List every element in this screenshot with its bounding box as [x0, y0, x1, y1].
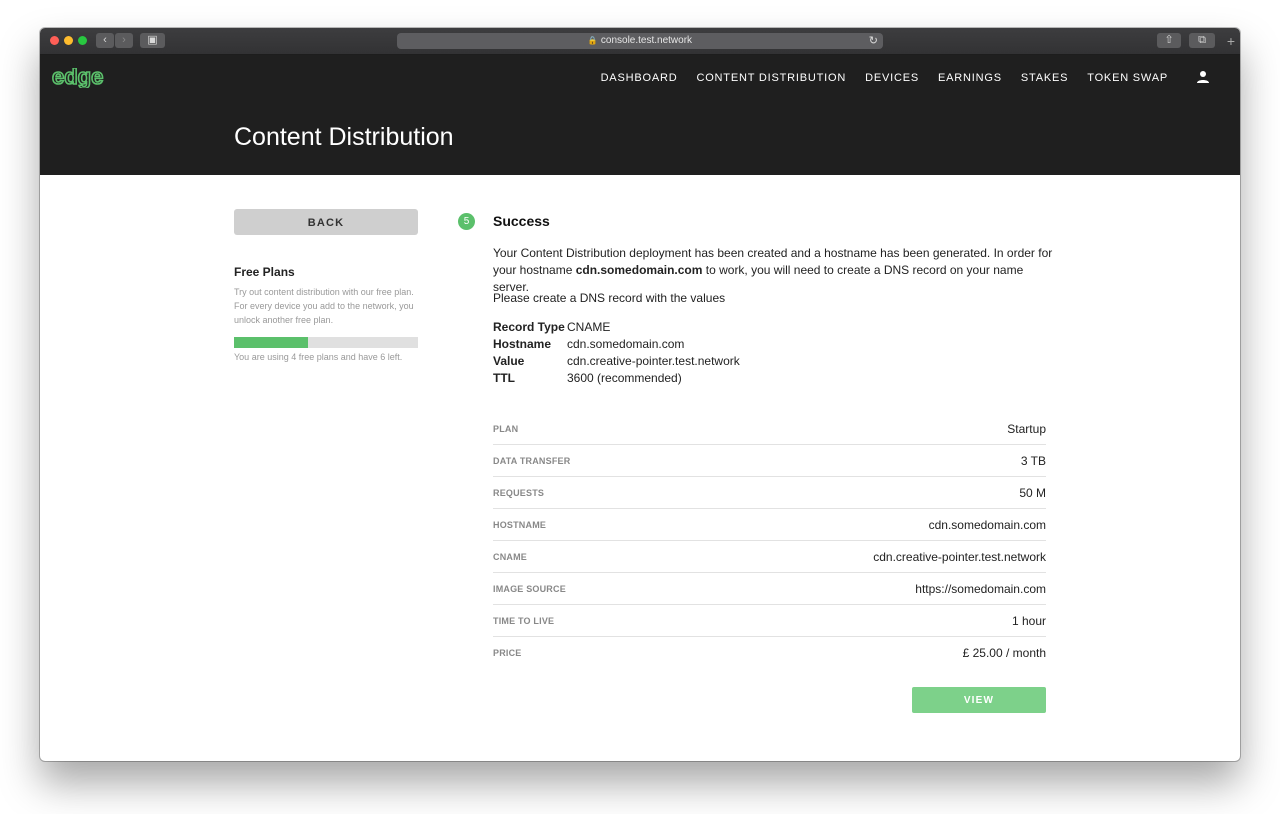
- share-icon[interactable]: ⇧: [1157, 33, 1181, 48]
- summary-row-image-source: IMAGE SOURCE https://somedomain.com: [493, 573, 1046, 605]
- summary-value: cdn.creative-pointer.test.network: [873, 549, 1046, 564]
- tabs-overview-icon[interactable]: ⧉: [1189, 33, 1215, 48]
- summary-row-price: PRICE £ 25.00 / month: [493, 637, 1046, 668]
- dns-instruction: Please create a DNS record with the valu…: [493, 291, 726, 305]
- summary-value: Startup: [1007, 421, 1046, 436]
- record-value: cdn.creative-pointer.test.network: [567, 354, 740, 368]
- browser-window: ‹ › ▣ 🔒 console.test.network ↻ ⇧ ⧉ + edge…: [40, 28, 1240, 761]
- deployment-summary-table: PLAN Startup DATA TRANSFER 3 TB REQUESTS…: [493, 413, 1046, 668]
- dns-record-row: Hostname cdn.somedomain.com: [493, 336, 740, 353]
- record-value: 3600 (recommended): [567, 371, 682, 385]
- success-message: Your Content Distribution deployment has…: [493, 245, 1053, 296]
- new-tab-icon[interactable]: +: [1223, 34, 1239, 49]
- summary-value: 3 TB: [1020, 453, 1046, 468]
- summary-label: PLAN: [493, 423, 519, 434]
- user-icon[interactable]: [1196, 70, 1210, 84]
- summary-row-hostname: HOSTNAME cdn.somedomain.com: [493, 509, 1046, 541]
- summary-row-requests: REQUESTS 50 M: [493, 477, 1046, 509]
- summary-row-cname: CNAME cdn.creative-pointer.test.network: [493, 541, 1046, 573]
- message-hostname: cdn.somedomain.com: [575, 263, 703, 277]
- view-deployments-button[interactable]: VIEW DEPLOYMENTS: [912, 687, 1046, 732]
- back-icon[interactable]: ‹: [96, 33, 114, 48]
- success-title: Success: [493, 213, 550, 229]
- free-plans-description: Try out content distribution with our fr…: [234, 287, 414, 325]
- lock-icon: 🔒: [587, 36, 598, 45]
- summary-value: https://somedomain.com: [915, 581, 1046, 596]
- summary-value: £ 25.00 / month: [962, 645, 1046, 660]
- address-bar[interactable]: 🔒 console.test.network ↻: [397, 33, 883, 49]
- free-plans-usage-note: You are using 4 free plans and have 6 le…: [234, 352, 403, 362]
- record-value: CNAME: [567, 320, 611, 334]
- summary-label: CNAME: [493, 551, 527, 562]
- record-value: cdn.somedomain.com: [567, 337, 685, 351]
- summary-label: DATA TRANSFER: [493, 455, 571, 466]
- step-badge: 5: [458, 213, 475, 230]
- logo-text: edge: [52, 68, 103, 88]
- url-text: console.test.network: [600, 35, 693, 46]
- summary-row-data-transfer: DATA TRANSFER 3 TB: [493, 445, 1046, 477]
- record-label: Value: [493, 354, 525, 368]
- free-plans-progress: [234, 337, 418, 348]
- record-label: Record Type: [493, 320, 565, 334]
- summary-label: HOSTNAME: [493, 519, 547, 530]
- summary-value: 50 M: [1019, 485, 1046, 500]
- summary-label: IMAGE SOURCE: [493, 583, 566, 594]
- page-title: Content Distribution: [234, 123, 454, 151]
- browser-toolbar: ‹ › ▣ 🔒 console.test.network ↻ ⇧ ⧉ +: [40, 28, 1240, 55]
- dns-record-list: Record Type CNAME Hostname cdn.somedomai…: [493, 319, 740, 387]
- zoom-window-button[interactable]: [78, 36, 87, 45]
- free-plans-title: Free Plans: [234, 265, 295, 279]
- dns-record-row: Value cdn.creative-pointer.test.network: [493, 353, 740, 370]
- summary-value: 1 hour: [1011, 613, 1046, 628]
- forward-icon[interactable]: ›: [115, 33, 133, 48]
- summary-row-plan: PLAN Startup: [493, 413, 1046, 445]
- minimize-window-button[interactable]: [64, 36, 73, 45]
- summary-label: REQUESTS: [493, 487, 545, 498]
- page-header: Content Distribution: [40, 101, 1240, 175]
- record-label: TTL: [493, 371, 515, 385]
- free-plans-progress-fill: [234, 337, 308, 348]
- sidebar-toggle-icon[interactable]: ▣: [140, 33, 165, 48]
- edge-logo[interactable]: edge: [52, 68, 110, 88]
- back-button[interactable]: BACK: [234, 209, 418, 235]
- summary-label: PRICE: [493, 647, 522, 658]
- reload-icon[interactable]: ↻: [869, 33, 878, 49]
- summary-label: TIME TO LIVE: [493, 615, 555, 626]
- close-window-button[interactable]: [50, 36, 59, 45]
- record-label: Hostname: [493, 337, 552, 351]
- dns-record-row: Record Type CNAME: [493, 319, 740, 336]
- dns-record-row: TTL 3600 (recommended): [493, 370, 740, 387]
- summary-value: cdn.somedomain.com: [928, 517, 1046, 532]
- summary-row-time-to-live: TIME TO LIVE 1 hour: [493, 605, 1046, 637]
